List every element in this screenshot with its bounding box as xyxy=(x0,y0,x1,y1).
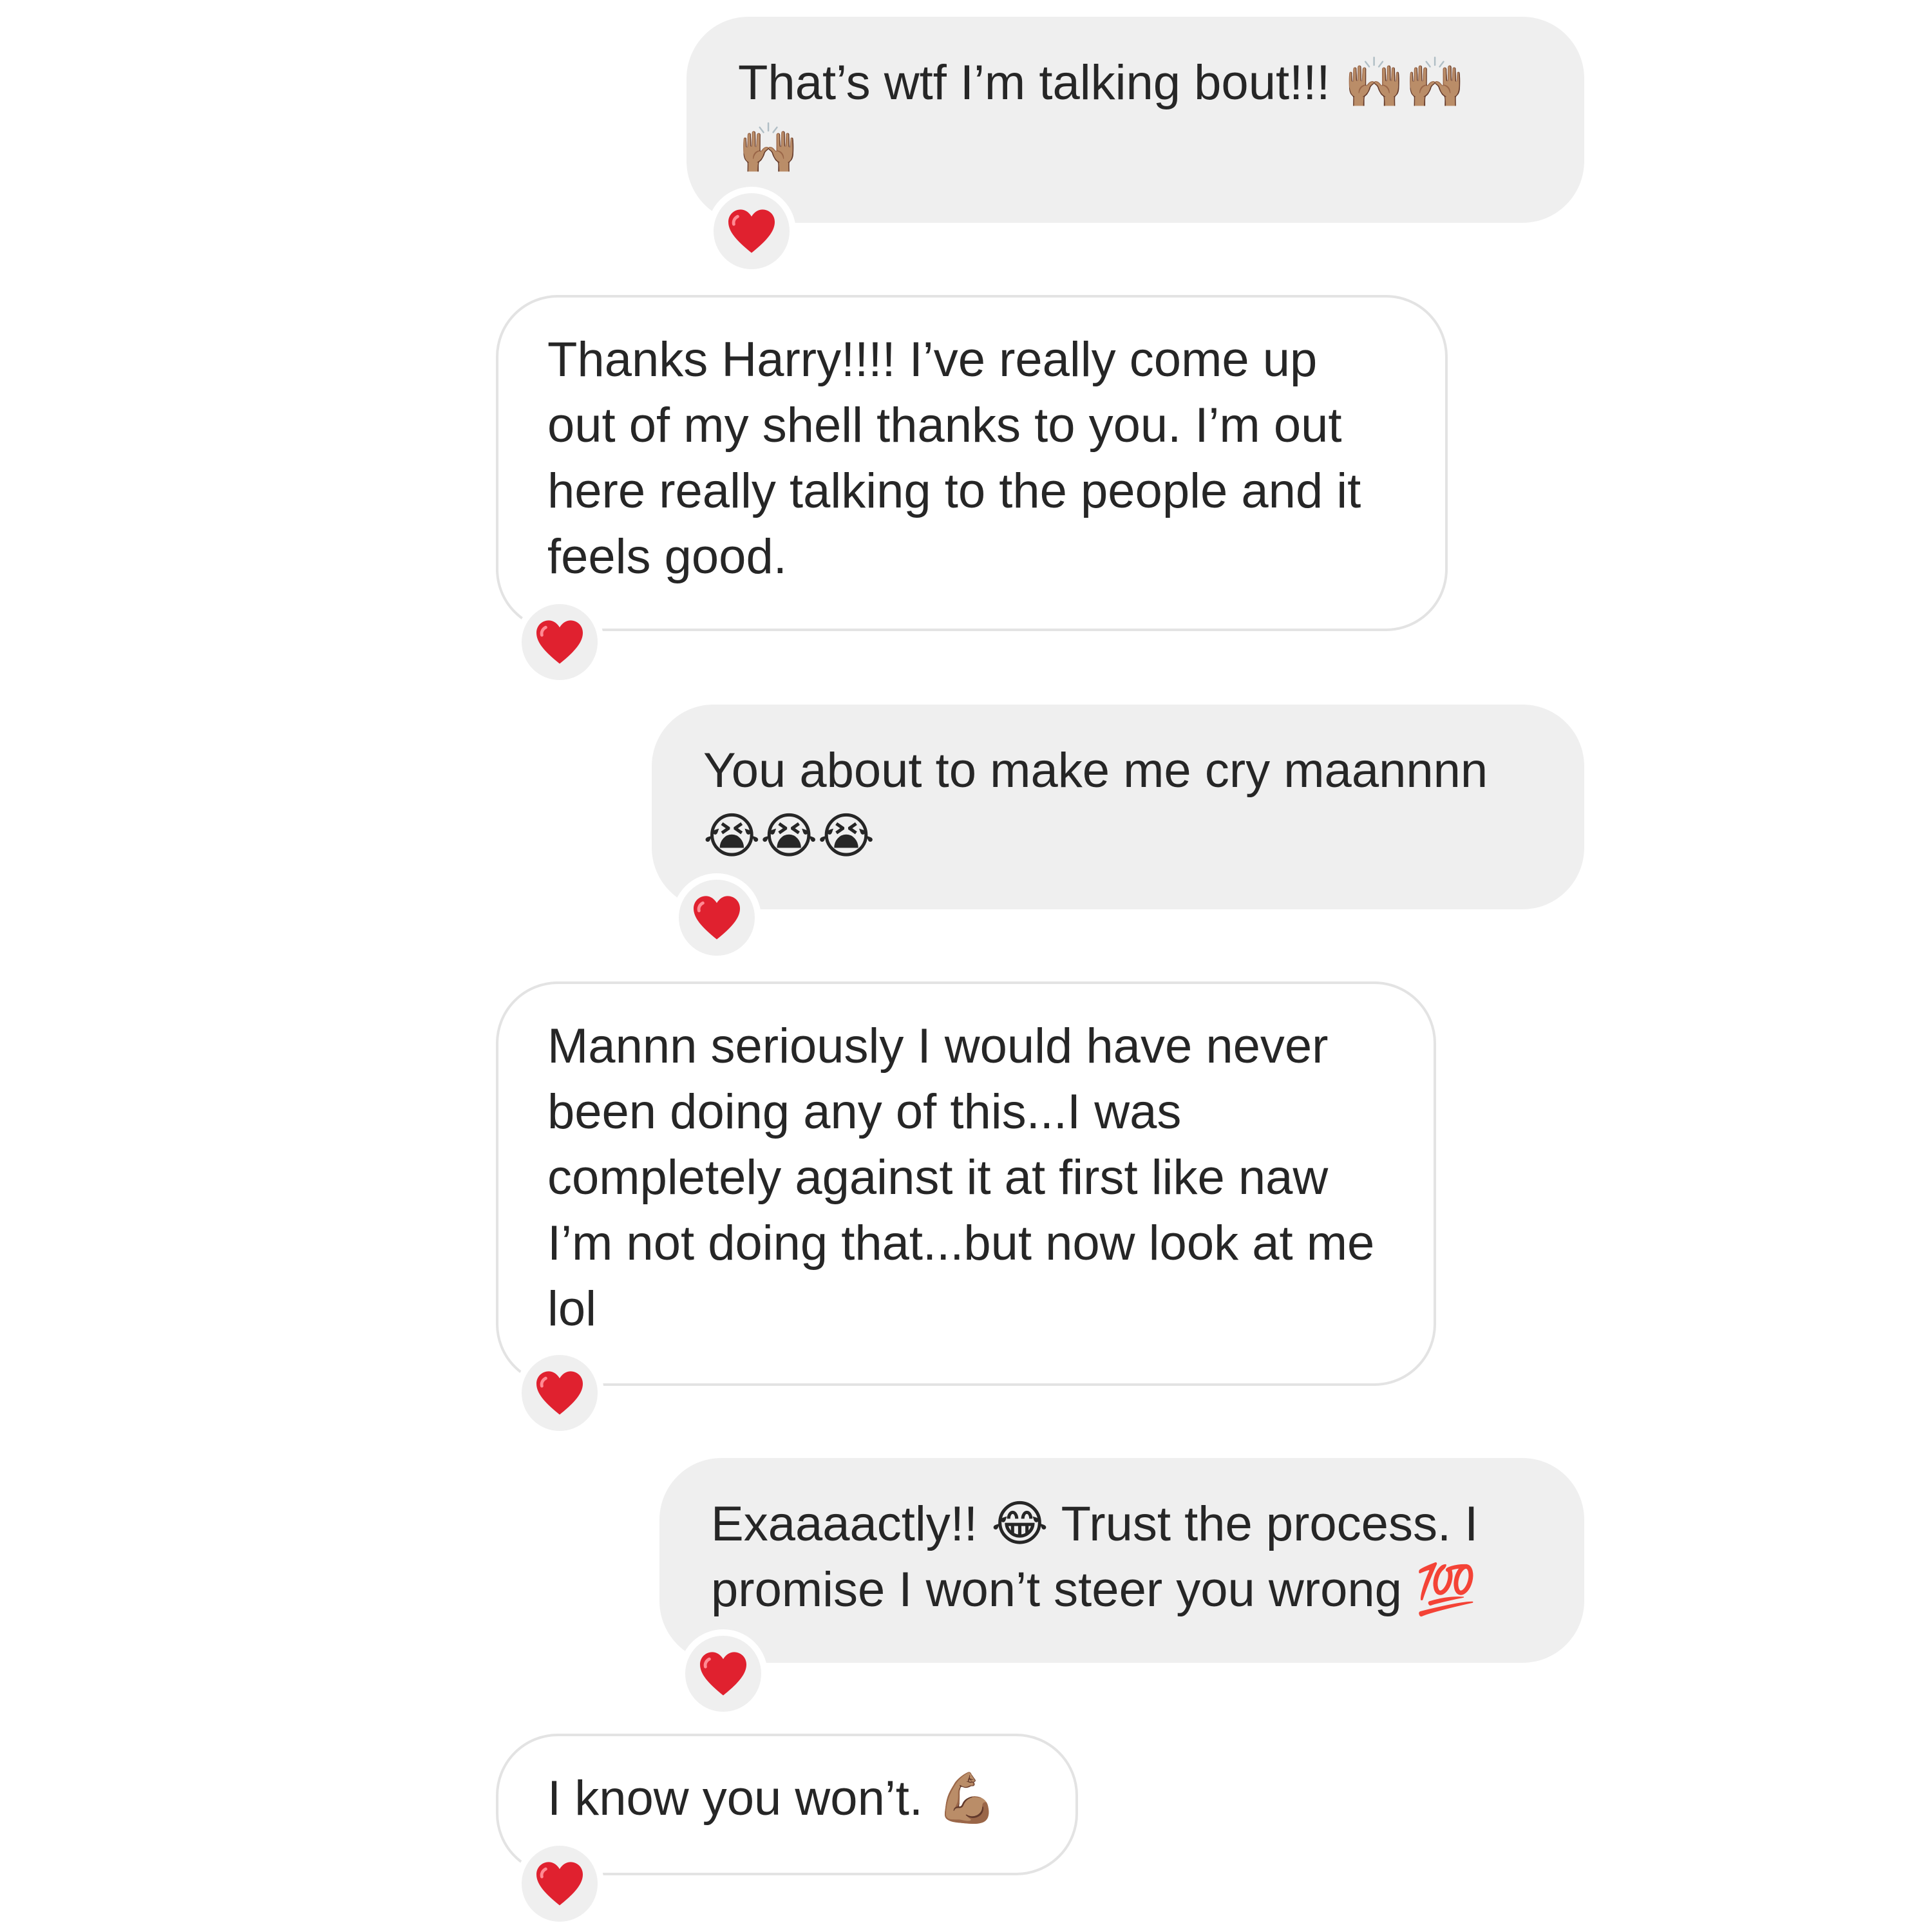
heart-icon xyxy=(728,209,775,253)
message-thread: That’s wtf I’m talking bout!!! 🙌🏽🙌🏽 🙌🏽 T… xyxy=(0,0,1932,1932)
outgoing-message-bubble[interactable]: That’s wtf I’m talking bout!!! 🙌🏽🙌🏽 🙌🏽 xyxy=(687,17,1584,223)
message-text: Thanks Harry!!!! I’ve really come up out… xyxy=(547,332,1375,584)
heart-reaction[interactable] xyxy=(515,1839,604,1928)
message-text: That’s wtf I’m talking bout!!! 🙌🏽🙌🏽 🙌🏽 xyxy=(738,55,1479,176)
outgoing-message-bubble[interactable]: Exaaaactly!! 😂 Trust the process. I prom… xyxy=(659,1458,1584,1663)
incoming-message-bubble[interactable]: Thanks Harry!!!! I’ve really come up out… xyxy=(496,295,1448,631)
message-text: Exaaaactly!! 😂 Trust the process. I prom… xyxy=(711,1497,1492,1617)
heart-reaction[interactable] xyxy=(515,1349,604,1437)
heart-reaction[interactable] xyxy=(672,873,761,962)
heart-icon xyxy=(536,1862,583,1906)
heart-icon xyxy=(694,896,740,940)
message-text: Mannn seriously I would have never been … xyxy=(547,1019,1388,1336)
heart-icon xyxy=(536,620,583,664)
heart-reaction[interactable] xyxy=(707,187,796,276)
incoming-message-bubble[interactable]: Mannn seriously I would have never been … xyxy=(496,981,1436,1386)
heart-reaction[interactable] xyxy=(679,1629,768,1718)
message-text: I know you won’t. 💪🏽 xyxy=(547,1771,998,1826)
outgoing-message-bubble[interactable]: You about to make me cry maannnn 😭😭😭 xyxy=(652,705,1584,909)
heart-reaction[interactable] xyxy=(515,598,604,687)
heart-icon xyxy=(536,1371,583,1415)
heart-icon xyxy=(700,1652,746,1696)
message-text: You about to make me cry maannnn 😭😭😭 xyxy=(703,743,1502,864)
